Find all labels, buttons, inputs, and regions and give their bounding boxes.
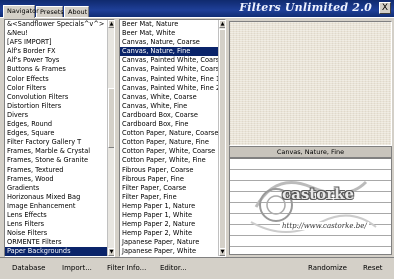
list-item[interactable]: Cotton Paper, White, Fine — [120, 156, 225, 165]
list-item[interactable]: Distortion Filters — [5, 102, 114, 111]
category-rows: &<Sandflower Specials^v^> &Neu! [AFS IMPOR… — [5, 20, 114, 256]
list-item[interactable]: Beer Mat, Nature — [120, 20, 225, 29]
filter-rows: Beer Mat, Nature Beer Mat, White Canvas, N… — [120, 20, 225, 256]
list-item[interactable]: Hemp Paper 1, Nature — [120, 202, 225, 211]
list-item[interactable]: Frames, Wood — [5, 175, 114, 184]
list-item[interactable]: Image Enhancement — [5, 202, 114, 211]
list-item[interactable]: Noise Filters — [5, 229, 114, 238]
category-scroll-thumb[interactable] — [108, 88, 114, 148]
filter-scroll-thumb[interactable] — [219, 29, 225, 249]
list-item[interactable]: Hemp Paper 2, Nature — [120, 220, 225, 229]
list-item[interactable]: Alf's Border FX — [5, 47, 114, 56]
list-item[interactable]: &<Sandflower Specials^v^> — [5, 20, 114, 29]
list-item[interactable]: &Neu! — [5, 29, 114, 38]
logo-text: castorke — [282, 185, 355, 203]
list-item[interactable]: Canvas, White, Fine — [120, 102, 225, 111]
list-item[interactable]: Cotton Paper, White, Coarse — [120, 147, 225, 156]
filter-preview — [229, 21, 392, 146]
filter-scrollbar[interactable]: ▲ ▼ — [218, 20, 225, 256]
list-item[interactable]: Gradients — [5, 184, 114, 193]
category-scrollbar[interactable]: ▲ ▼ — [107, 20, 114, 256]
list-item[interactable]: Beer Mat, White — [120, 29, 225, 38]
list-item[interactable]: Filter Paper, Fine — [120, 193, 225, 202]
list-item[interactable]: Lens Effects — [5, 211, 114, 220]
tab-presets[interactable]: Presets — [36, 6, 64, 17]
list-item[interactable]: Cardboard Box, Coarse — [120, 111, 225, 120]
filter-scroll-down-arrow-icon[interactable]: ▼ — [219, 248, 225, 256]
list-item[interactable]: Frames, Marble & Crystal — [5, 147, 114, 156]
list-item[interactable]: Alf's Power Toys — [5, 56, 114, 65]
list-item[interactable]: Canvas, Painted White, Fine 2 — [120, 84, 225, 93]
logo-area: castorke http://www.castorke.be/ — [229, 158, 392, 255]
list-item[interactable]: Japanese Paper, Nature — [120, 238, 225, 247]
database-button[interactable]: Database — [12, 262, 45, 274]
list-item[interactable]: ORMENTE Filters — [5, 238, 114, 247]
list-item[interactable]: Cotton Paper, Nature, Coarse — [120, 129, 225, 138]
editor-button[interactable]: Editor... — [160, 262, 187, 274]
scroll-down-arrow-icon[interactable]: ▼ — [108, 248, 114, 256]
list-item[interactable]: Horizonaus Mixed Bag — [5, 193, 114, 202]
list-item[interactable]: [AFS IMPORT] — [5, 38, 114, 47]
list-item[interactable]: Cotton Paper, Nature, Fine — [120, 138, 225, 147]
list-item[interactable]: Edges, Round — [5, 120, 114, 129]
list-item[interactable]: Buttons & Frames — [5, 65, 114, 74]
list-item[interactable]: Convolution Filters — [5, 93, 114, 102]
list-item[interactable]: Japanese Paper, White — [120, 247, 225, 256]
close-icon[interactable]: X — [379, 2, 391, 14]
list-item[interactable]: Divers — [5, 111, 114, 120]
list-item[interactable]: Canvas, White, Coarse — [120, 93, 225, 102]
list-item[interactable]: Color Filters — [5, 84, 114, 93]
list-item[interactable]: Canvas, Painted White, Coarse 2 — [120, 65, 225, 74]
list-item[interactable]: Canvas, Painted White, Fine 1 — [120, 75, 225, 84]
category-list[interactable]: &<Sandflower Specials^v^> &Neu! [AFS IMPOR… — [4, 19, 115, 257]
tab-about[interactable]: About — [64, 6, 89, 17]
list-item[interactable]: Fibrous Paper, Coarse — [120, 166, 225, 175]
import-button[interactable]: Import... — [62, 262, 92, 274]
logo-url: http://www.castorke.be/ — [280, 222, 369, 230]
list-item[interactable]: Cardboard Box, Fine — [120, 120, 225, 129]
filter-list[interactable]: Beer Mat, Nature Beer Mat, White Canvas, N… — [119, 19, 226, 257]
filter-scroll-up-arrow-icon[interactable]: ▲ — [219, 20, 225, 28]
preview-filter-name: Canvas, Nature, Fine — [229, 146, 392, 158]
list-item[interactable]: Frames, Textured — [5, 166, 114, 175]
button-bar: Database Import... Filter Info... Editor… — [0, 257, 394, 279]
list-item[interactable]: Lens Filters — [5, 220, 114, 229]
reset-button[interactable]: Reset — [363, 262, 383, 274]
list-item[interactable]: Filter Factory Gallery T — [5, 138, 114, 147]
list-item[interactable]: Hemp Paper 2, White — [120, 229, 225, 238]
list-item[interactable]: Canvas, Nature, Fine — [120, 47, 225, 57]
list-item[interactable]: Paper Backgrounds — [5, 247, 114, 256]
scroll-up-arrow-icon[interactable]: ▲ — [108, 20, 114, 28]
list-item[interactable]: Hemp Paper 1, White — [120, 211, 225, 220]
list-item[interactable]: Edges, Square — [5, 129, 114, 138]
tab-navigator[interactable]: Navigator — [3, 5, 39, 18]
list-item[interactable]: Canvas, Painted White, Coarse 1 — [120, 56, 225, 65]
list-item[interactable]: Color Effects — [5, 75, 114, 84]
list-item[interactable]: Fibrous Paper, Fine — [120, 175, 225, 184]
window-title: Filters Unlimited 2.0 — [239, 1, 372, 14]
filter-info-button[interactable]: Filter Info... — [107, 262, 146, 274]
randomize-button[interactable]: Randomize — [308, 262, 347, 274]
swirl-logo-icon — [250, 180, 377, 233]
list-item[interactable]: Canvas, Nature, Coarse — [120, 38, 225, 47]
list-item[interactable]: Frames, Stone & Granite — [5, 156, 114, 165]
list-item[interactable]: Filter Paper, Coarse — [120, 184, 225, 193]
